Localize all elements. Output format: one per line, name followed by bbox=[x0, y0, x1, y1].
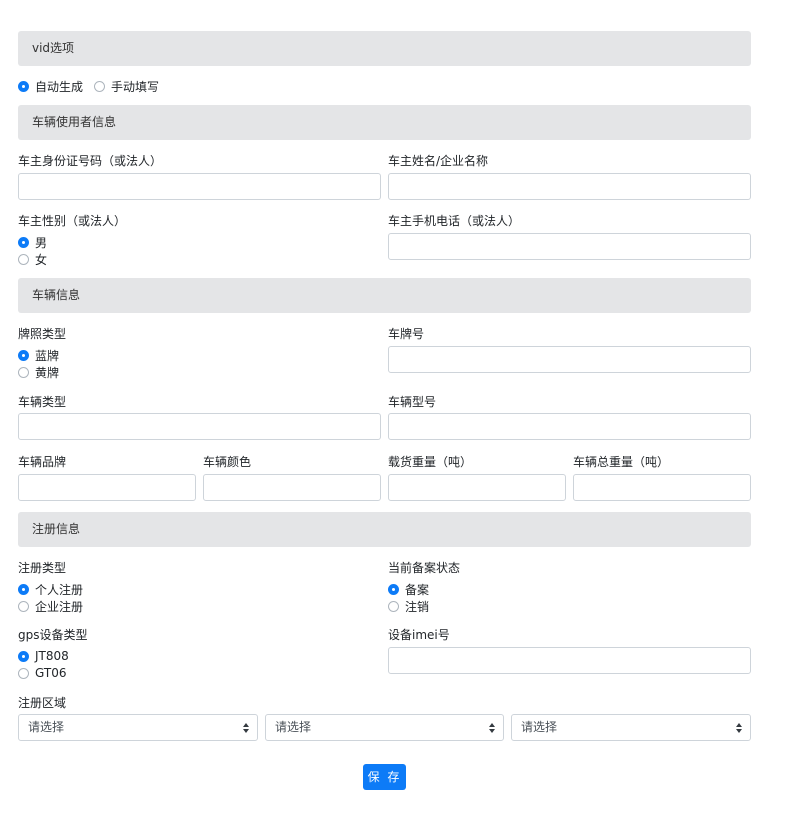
radio-checked-icon bbox=[388, 583, 399, 595]
select-caret-icon bbox=[736, 723, 742, 733]
radio-label: 手动填写 bbox=[111, 79, 160, 94]
radio-unchecked-icon bbox=[94, 80, 105, 92]
vehicle-model-label: 车辆型号 bbox=[388, 395, 437, 409]
radio-filing-record[interactable]: 备案 bbox=[388, 581, 429, 597]
region-label: 注册区域 bbox=[18, 696, 67, 710]
phone-input[interactable] bbox=[388, 233, 751, 260]
vehicle-type-label: 车辆类型 bbox=[18, 395, 67, 409]
section-header-vid: vid选项 bbox=[18, 31, 751, 66]
radio-unchecked-icon bbox=[18, 667, 29, 679]
select-value: 请选择 bbox=[521, 720, 558, 734]
radio-label: GT06 bbox=[35, 666, 67, 680]
radio-checked-icon bbox=[18, 349, 29, 361]
radio-unchecked-icon bbox=[18, 600, 29, 612]
select-value: 请选择 bbox=[275, 720, 312, 734]
radio-checked-icon bbox=[18, 583, 29, 595]
filing-status-label: 当前备案状态 bbox=[388, 561, 461, 575]
section-header-register: 注册信息 bbox=[18, 512, 751, 547]
load-weight-input[interactable] bbox=[388, 474, 566, 501]
owner-name-label: 车主姓名/企业名称 bbox=[388, 154, 489, 168]
select-value: 请选择 bbox=[28, 720, 65, 734]
imei-input[interactable] bbox=[388, 647, 751, 674]
color-label: 车辆颜色 bbox=[203, 455, 252, 469]
region-select-district[interactable]: 请选择 bbox=[511, 714, 751, 741]
plate-number-input[interactable] bbox=[388, 346, 751, 373]
radio-gps-jt808[interactable]: JT808 bbox=[18, 648, 69, 664]
radio-label: 注销 bbox=[405, 599, 430, 614]
save-button[interactable]: 保 存 bbox=[363, 764, 406, 790]
radio-unchecked-icon bbox=[18, 366, 29, 378]
radio-label: 蓝牌 bbox=[35, 348, 60, 363]
region-select-city[interactable]: 请选择 bbox=[265, 714, 504, 741]
phone-label: 车主手机电话（或法人） bbox=[388, 214, 521, 228]
select-caret-icon bbox=[243, 723, 249, 733]
radio-filing-cancel[interactable]: 注销 bbox=[388, 598, 429, 614]
plate-number-label: 车牌号 bbox=[388, 327, 425, 341]
total-weight-label: 车辆总重量（吨） bbox=[573, 455, 670, 469]
radio-label: JT808 bbox=[35, 649, 69, 663]
radio-plate-yellow[interactable]: 黄牌 bbox=[18, 364, 59, 380]
plate-type-label: 牌照类型 bbox=[18, 327, 67, 341]
section-header-user: 车辆使用者信息 bbox=[18, 105, 751, 140]
radio-vid-auto[interactable]: 自动生成 bbox=[18, 78, 83, 94]
gps-type-label: gps设备类型 bbox=[18, 628, 88, 642]
total-weight-input[interactable] bbox=[573, 474, 751, 501]
radio-label: 男 bbox=[35, 235, 48, 250]
radio-label: 黄牌 bbox=[35, 365, 60, 380]
vehicle-type-input[interactable] bbox=[18, 413, 381, 440]
section-header-vehicle: 车辆信息 bbox=[18, 278, 751, 313]
radio-unchecked-icon bbox=[388, 600, 399, 612]
radio-reg-enterprise[interactable]: 企业注册 bbox=[18, 598, 83, 614]
radio-reg-personal[interactable]: 个人注册 bbox=[18, 581, 83, 597]
radio-label: 企业注册 bbox=[35, 599, 84, 614]
radio-checked-icon bbox=[18, 236, 29, 248]
region-select-province[interactable]: 请选择 bbox=[18, 714, 258, 741]
brand-label: 车辆品牌 bbox=[18, 455, 67, 469]
radio-gender-male[interactable]: 男 bbox=[18, 234, 47, 250]
owner-name-input[interactable] bbox=[388, 173, 751, 200]
load-weight-label: 载货重量（吨） bbox=[388, 455, 473, 469]
radio-label: 自动生成 bbox=[35, 79, 84, 94]
radio-gender-female[interactable]: 女 bbox=[18, 251, 47, 267]
vehicle-model-input[interactable] bbox=[388, 413, 751, 440]
radio-checked-icon bbox=[18, 650, 29, 662]
radio-unchecked-icon bbox=[18, 253, 29, 265]
gender-label: 车主性别（或法人） bbox=[18, 214, 127, 228]
radio-label: 个人注册 bbox=[35, 582, 84, 597]
owner-id-label: 车主身份证号码（或法人） bbox=[18, 154, 163, 168]
owner-id-input[interactable] bbox=[18, 173, 381, 200]
radio-checked-icon bbox=[18, 80, 29, 92]
color-input[interactable] bbox=[203, 474, 381, 501]
radio-label: 备案 bbox=[405, 582, 430, 597]
radio-vid-manual[interactable]: 手动填写 bbox=[94, 78, 159, 94]
radio-label: 女 bbox=[35, 252, 48, 267]
brand-input[interactable] bbox=[18, 474, 196, 501]
reg-type-label: 注册类型 bbox=[18, 561, 67, 575]
imei-label: 设备imei号 bbox=[388, 628, 450, 642]
radio-plate-blue[interactable]: 蓝牌 bbox=[18, 347, 59, 363]
select-caret-icon bbox=[489, 723, 495, 733]
radio-gps-gt06[interactable]: GT06 bbox=[18, 665, 66, 681]
